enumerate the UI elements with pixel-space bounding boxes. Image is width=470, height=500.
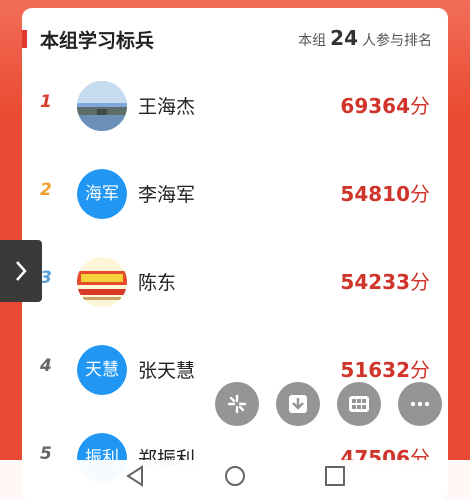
- member-name: 李海军: [138, 184, 196, 206]
- side-drawer-tab[interactable]: [0, 240, 42, 302]
- ranking-row[interactable]: 2 海军 李海军 54810分: [22, 150, 448, 238]
- avatar: [77, 81, 127, 131]
- score-value: 51632: [340, 358, 410, 382]
- ranking-row[interactable]: 3 陈东 54233分: [22, 238, 448, 326]
- recents-icon[interactable]: [323, 464, 347, 488]
- member-score: 51632分: [340, 354, 430, 383]
- score-unit: 分: [410, 358, 430, 382]
- sparkle-icon: [227, 394, 247, 414]
- sparkle-button[interactable]: [215, 382, 259, 426]
- member-name: 张天慧: [138, 360, 196, 382]
- more-button[interactable]: [398, 382, 442, 426]
- more-icon: [410, 401, 430, 407]
- ranking-row[interactable]: 1 王海杰 69364分: [22, 62, 448, 150]
- member-score: 69364分: [340, 90, 430, 119]
- score-value: 69364: [340, 94, 410, 118]
- member-name: 陈东: [138, 272, 177, 294]
- member-name: 王海杰: [138, 96, 196, 118]
- back-icon[interactable]: [123, 464, 147, 488]
- card-header: 本组学习标兵 本组 24 人参与排名: [22, 8, 448, 70]
- chevron-right-icon: [16, 261, 27, 281]
- rank-number: 1: [40, 92, 52, 112]
- download-button[interactable]: [276, 382, 320, 426]
- summary-suffix: 人参与排名: [362, 33, 432, 49]
- ranking-card: 本组学习标兵 本组 24 人参与排名 1 王海杰 69364分 2 海军 李海军 5…: [22, 8, 448, 500]
- card-title: 本组学习标兵: [40, 30, 155, 52]
- avatar-initials: 海军: [77, 169, 127, 219]
- participant-count: 24: [330, 26, 358, 50]
- landscape-photo: [77, 81, 127, 131]
- grid-button[interactable]: [337, 382, 381, 426]
- avatar: [77, 257, 127, 307]
- member-score: 54233分: [340, 266, 430, 295]
- download-icon: [289, 395, 307, 413]
- home-icon[interactable]: [223, 464, 247, 488]
- avatar: 天慧: [77, 345, 127, 395]
- system-nav-bar: [0, 460, 470, 500]
- title-accent-bar: [22, 30, 27, 48]
- banner-photo: [77, 257, 127, 307]
- score-value: 54233: [340, 270, 410, 294]
- rank-number: 4: [40, 356, 52, 376]
- member-score: 54810分: [340, 178, 430, 207]
- avatar: 海军: [77, 169, 127, 219]
- score-unit: 分: [410, 270, 430, 294]
- score-value: 54810: [340, 182, 410, 206]
- rank-number: 2: [40, 180, 52, 200]
- score-unit: 分: [410, 94, 430, 118]
- summary-prefix: 本组: [298, 33, 327, 49]
- score-unit: 分: [410, 182, 430, 206]
- avatar-initials: 天慧: [77, 345, 127, 395]
- grid-icon: [349, 396, 369, 412]
- participant-summary: 本组 24 人参与排名: [298, 26, 432, 53]
